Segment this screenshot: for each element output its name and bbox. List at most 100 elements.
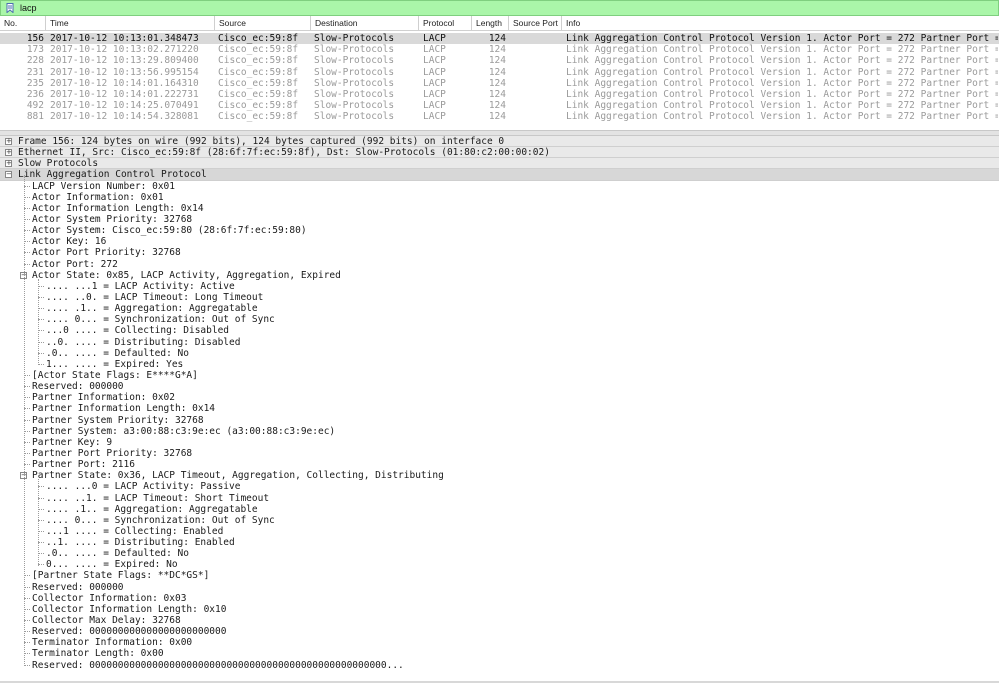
tree-item-field[interactable]: Actor Key: 16	[0, 236, 999, 247]
packet-row[interactable]: 881 2017-10-12 10:14:54.328081 Cisco_ec:59…	[0, 111, 999, 122]
collapse-minus-icon[interactable]: −	[5, 171, 12, 179]
tree-item-field[interactable]: Partner System Priority: 32768	[0, 415, 999, 426]
tree-item-label: .... ..1. = LACP Timeout: Short Timeout	[46, 492, 270, 504]
column-header-destination[interactable]: Destination	[311, 16, 419, 30]
bookmark-filter-icon[interactable]	[4, 2, 16, 14]
tree-item-field[interactable]: Actor System Priority: 32768	[0, 214, 999, 225]
packet-cell-src: Cisco_ec:59:8f	[218, 111, 299, 123]
packet-row[interactable]: 236 2017-10-12 10:14:01.222731 Cisco_ec:59…	[0, 89, 999, 100]
display-filter-bar[interactable]: lacp	[0, 0, 999, 16]
tree-item-flag-bit[interactable]: .... 0... = Synchronization: Out of Sync	[0, 314, 999, 325]
tree-item-field[interactable]: [Partner State Flags: **DC*GS*]	[0, 570, 999, 581]
tree-item-field[interactable]: Actor Information: 0x01	[0, 192, 999, 203]
tree-item-flag-bit[interactable]: .0.. .... = Defaulted: No	[0, 548, 999, 559]
tree-item-field[interactable]: Partner Key: 9	[0, 437, 999, 448]
tree-item-field[interactable]: Collector Information: 0x03	[0, 593, 999, 604]
tree-item-field[interactable]: Actor System: Cisco_ec:59:80 (28:6f:7f:e…	[0, 225, 999, 236]
packet-list-header: No. Time Source Destination Protocol Len…	[0, 16, 999, 31]
tree-item-flag-bit[interactable]: .... ..1. = LACP Timeout: Short Timeout	[0, 493, 999, 504]
tree-item-field[interactable]: Reserved: 000000	[0, 582, 999, 593]
tree-item-field[interactable]: Actor Information Length: 0x14	[0, 203, 999, 214]
tree-item-flag-bit[interactable]: 0... .... = Expired: No	[0, 559, 999, 570]
expand-plus-icon[interactable]: +	[5, 138, 12, 145]
packet-row[interactable]: 231 2017-10-12 10:13:56.995154 Cisco_ec:59…	[0, 67, 999, 78]
tree-item-label: Frame 156: 124 bytes on wire (992 bits),…	[18, 136, 505, 147]
tree-item-partner-state[interactable]: − Partner State: 0x36, LACP Timeout, Aggr…	[0, 470, 999, 481]
tree-item-label: 0... .... = Expired: No	[46, 559, 178, 571]
tree-item-flag-bit[interactable]: ..0. .... = Distributing: Disabled	[0, 337, 999, 348]
tree-item-label: .0.. .... = Defaulted: No	[46, 548, 189, 560]
tree-item-ethernet[interactable]: + Ethernet II, Src: Cisco_ec:59:8f (28:6…	[0, 147, 999, 159]
packet-cell-no: 492	[26, 100, 44, 112]
packet-cell-info: Link Aggregation Control Protocol Versio…	[566, 66, 998, 78]
packet-cell-dst: Slow-Protocols	[314, 77, 395, 89]
column-header-source-port[interactable]: Source Port	[509, 16, 562, 30]
tree-item-field[interactable]: LACP Version Number: 0x01	[0, 181, 999, 192]
tree-item-field[interactable]: Terminator Information: 0x00	[0, 637, 999, 648]
packet-list: No. Time Source Destination Protocol Len…	[0, 16, 999, 130]
tree-item-field[interactable]: Collector Information Length: 0x10	[0, 604, 999, 615]
tree-item-flag-bit[interactable]: .... ...1 = LACP Activity: Active	[0, 281, 999, 292]
tree-item-field[interactable]: [Actor State Flags: E****G*A]	[0, 370, 999, 381]
tree-item-label: ...0 .... = Collecting: Disabled	[46, 325, 230, 337]
column-header-source[interactable]: Source	[215, 16, 311, 30]
tree-item-flag-bit[interactable]: ...0 .... = Collecting: Disabled	[0, 325, 999, 336]
tree-item-flag-bit[interactable]: .... .1.. = Aggregation: Aggregatable	[0, 303, 999, 314]
expand-plus-icon[interactable]: +	[5, 149, 12, 157]
tree-item-label: Actor System: Cisco_ec:59:80 (28:6f:7f:e…	[32, 225, 307, 237]
tree-item-label: Terminator Length: 0x00	[32, 648, 164, 660]
packet-cell-src: Cisco_ec:59:8f	[218, 44, 299, 56]
tree-item-flag-bit[interactable]: .... .1.. = Aggregation: Aggregatable	[0, 504, 999, 515]
tree-item-field[interactable]: Reserved: 000000000000000000000000000000…	[0, 660, 999, 671]
column-header-info[interactable]: Info	[562, 16, 999, 30]
packet-cell-proto: LACP	[423, 44, 446, 56]
tree-item-field[interactable]: Partner Information Length: 0x14	[0, 403, 999, 414]
tree-item-actor-state[interactable]: − Actor State: 0x85, LACP Activity, Aggre…	[0, 270, 999, 281]
packet-cell-proto: LACP	[423, 33, 446, 44]
expand-plus-icon[interactable]: +	[5, 160, 12, 168]
tree-item-flag-bit[interactable]: ..1. .... = Distributing: Enabled	[0, 537, 999, 548]
column-header-time[interactable]: Time	[46, 16, 215, 30]
tree-item-label: [Actor State Flags: E****G*A]	[32, 369, 198, 381]
packet-cell-time: 2017-10-12 10:13:29.809400	[50, 55, 199, 67]
tree-item-slow-protocols[interactable]: + Slow Protocols	[0, 158, 999, 170]
column-header-protocol[interactable]: Protocol	[419, 16, 472, 30]
tree-item-lacp[interactable]: − Link Aggregation Control Protocol	[0, 169, 999, 181]
display-filter-input[interactable]: lacp	[20, 3, 37, 13]
packet-cell-time: 2017-10-12 10:13:01.348473	[50, 33, 199, 44]
tree-item-field[interactable]: Partner Information: 0x02	[0, 392, 999, 403]
packet-row[interactable]: 235 2017-10-12 10:14:01.164310 Cisco_ec:59…	[0, 78, 999, 89]
tree-item-flag-bit[interactable]: .... 0... = Synchronization: Out of Sync	[0, 515, 999, 526]
tree-item-flag-bit[interactable]: .... ...0 = LACP Activity: Passive	[0, 481, 999, 492]
packet-row[interactable]: 228 2017-10-12 10:13:29.809400 Cisco_ec:59…	[0, 55, 999, 66]
packet-row[interactable]: 492 2017-10-12 10:14:25.070491 Cisco_ec:59…	[0, 100, 999, 111]
packet-cell-len: 124	[488, 88, 506, 100]
tree-item-flag-bit[interactable]: ...1 .... = Collecting: Enabled	[0, 526, 999, 537]
tree-item-field[interactable]: Partner Port Priority: 32768	[0, 448, 999, 459]
tree-guide-line	[24, 174, 25, 666]
packet-cell-no: 235	[26, 77, 44, 89]
packet-cell-dst: Slow-Protocols	[314, 44, 395, 56]
packet-row[interactable]: 156 2017-10-12 10:13:01.348473 Cisco_ec:59…	[0, 33, 999, 45]
tree-item-field[interactable]: Reserved: 000000000000000000000000	[0, 626, 999, 637]
tree-item-label: Reserved: 000000	[32, 381, 124, 393]
packet-row[interactable]: 173 2017-10-12 10:13:02.271220 Cisco_ec:59…	[0, 44, 999, 55]
tree-item-field[interactable]: Reserved: 000000	[0, 381, 999, 392]
tree-item-label: Collector Information: 0x03	[32, 592, 187, 604]
tree-item-field[interactable]: Terminator Length: 0x00	[0, 648, 999, 659]
tree-item-flag-bit[interactable]: .0.. .... = Defaulted: No	[0, 348, 999, 359]
tree-item-flag-bit[interactable]: 1... .... = Expired: Yes	[0, 359, 999, 370]
tree-item-field[interactable]: Collector Max Delay: 32768	[0, 615, 999, 626]
tree-item-frame[interactable]: + Frame 156: 124 bytes on wire (992 bits…	[0, 136, 999, 148]
column-header-no[interactable]: No.	[0, 16, 46, 30]
tree-item-field[interactable]: Actor Port Priority: 32768	[0, 247, 999, 258]
column-header-length[interactable]: Length	[472, 16, 509, 30]
tree-item-field[interactable]: Partner Port: 2116	[0, 459, 999, 470]
tree-item-flag-bit[interactable]: .... ..0. = LACP Timeout: Long Timeout	[0, 292, 999, 303]
tree-item-label: .... .1.. = Aggregation: Aggregatable	[46, 303, 258, 315]
tree-item-field[interactable]: Partner System: a3:00:88:c3:9e:ec (a3:00…	[0, 426, 999, 437]
packet-cell-info: Link Aggregation Control Protocol Versio…	[566, 44, 998, 56]
packet-cell-len: 124	[488, 33, 506, 44]
packet-cell-no: 173	[26, 44, 44, 56]
tree-item-field[interactable]: Actor Port: 272	[0, 259, 999, 270]
